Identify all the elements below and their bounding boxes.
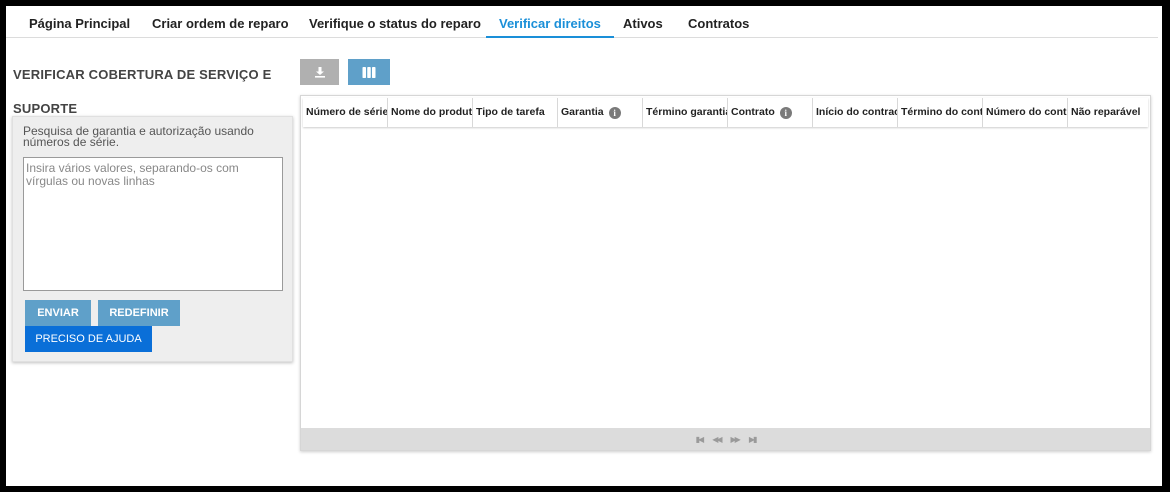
column-label: Garantia xyxy=(561,106,604,118)
column-label: Número do contra xyxy=(986,106,1068,118)
columns-button[interactable] xyxy=(348,59,390,85)
last-page-icon[interactable]: ▶▮ xyxy=(749,435,757,444)
next-page-icon[interactable]: ▶▶ xyxy=(731,435,741,444)
column-label: Início do contract xyxy=(816,106,898,118)
info-icon[interactable]: i xyxy=(779,106,792,119)
grid-pager: ▮◀ ◀◀ ▶▶ ▶▮ xyxy=(301,428,1150,450)
help-button[interactable]: PRECISO DE AJUDA xyxy=(25,326,152,352)
column-contract[interactable]: Contrato i xyxy=(728,98,813,127)
tab-repair-status[interactable]: Verifique o status do reparo xyxy=(296,6,494,38)
results-grid: Número de série Nome do produto Tipo de … xyxy=(300,95,1151,451)
panel-description: Pesquisa de garantia e autorização usand… xyxy=(23,124,254,149)
column-label: Número de série xyxy=(306,106,388,118)
info-icon[interactable]: i xyxy=(608,106,621,119)
first-page-icon[interactable]: ▮◀ xyxy=(696,435,704,444)
tab-assets[interactable]: Ativos xyxy=(610,6,676,38)
column-label: Término garantia xyxy=(646,106,728,118)
column-label: Não reparável xyxy=(1071,106,1141,118)
column-task-type[interactable]: Tipo de tarefa xyxy=(473,98,558,127)
app-window: Página Principal Criar ordem de reparo V… xyxy=(6,6,1162,486)
column-label: Contrato xyxy=(731,106,775,118)
column-contract-start[interactable]: Início do contract xyxy=(813,98,898,127)
tab-contracts[interactable]: Contratos xyxy=(675,6,762,38)
columns-icon xyxy=(362,66,376,78)
tab-create-repair-order[interactable]: Criar ordem de reparo xyxy=(139,6,302,38)
tab-home[interactable]: Página Principal xyxy=(16,6,143,38)
column-warranty-end[interactable]: Término garantia xyxy=(643,98,728,127)
download-icon xyxy=(314,67,325,78)
top-navigation: Página Principal Criar ordem de reparo V… xyxy=(6,6,1158,38)
column-label: Término do contra xyxy=(901,106,983,118)
column-non-repairable[interactable]: Não reparável xyxy=(1068,98,1153,127)
grid-header: Número de série Nome do produto Tipo de … xyxy=(303,98,1148,127)
column-contract-number[interactable]: Número do contra xyxy=(983,98,1068,127)
search-panel: Pesquisa de garantia e autorização usand… xyxy=(12,116,293,362)
serial-numbers-input[interactable] xyxy=(23,157,283,291)
submit-button[interactable]: ENVIAR xyxy=(25,300,91,326)
download-button[interactable] xyxy=(300,59,339,85)
tab-check-entitlements[interactable]: Verificar direitos xyxy=(486,6,614,38)
reset-button[interactable]: REDEFINIR xyxy=(98,300,180,326)
column-label: Tipo de tarefa xyxy=(476,106,545,118)
column-product-name[interactable]: Nome do produto xyxy=(388,98,473,127)
column-serial-number[interactable]: Número de série xyxy=(303,98,388,127)
column-warranty[interactable]: Garantia i xyxy=(558,98,643,127)
column-contract-end[interactable]: Término do contra xyxy=(898,98,983,127)
column-label: Nome do produto xyxy=(391,106,473,118)
prev-page-icon[interactable]: ◀◀ xyxy=(712,435,722,444)
